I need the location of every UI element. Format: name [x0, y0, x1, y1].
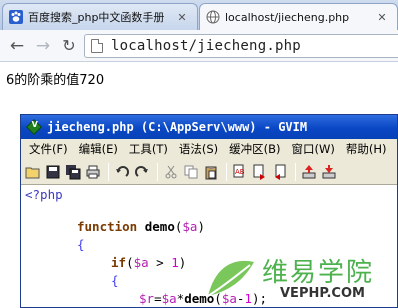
browser-toolbar: ← → ↻ localhost/jiecheng.php — [0, 30, 398, 62]
menu-tools[interactable]: 工具(T) — [125, 141, 173, 157]
vim-logo-icon — [26, 119, 42, 135]
menu-syntax[interactable]: 语法(S) — [175, 141, 223, 157]
save-icon[interactable] — [44, 163, 62, 181]
svg-text:AB: AB — [235, 168, 245, 176]
forward-arrow-icon[interactable]: → — [32, 36, 54, 56]
gvim-menubar: 文件(F) 编辑(E) 工具(T) 语法(S) 缓冲区(B) 窗口(W) 帮助(… — [21, 139, 397, 159]
code-line: <?php — [25, 187, 63, 202]
open-folder-icon[interactable] — [24, 163, 42, 181]
gvim-title: jiecheng.php (C:\AppServ\www) - GVIM — [47, 120, 308, 134]
tab-baidu[interactable]: 百度搜索_php中文函数手册 ✕ — [2, 3, 198, 30]
paste-icon[interactable] — [202, 163, 220, 181]
menu-help[interactable]: 帮助(H) — [342, 141, 392, 157]
reload-icon[interactable]: ↻ — [58, 36, 80, 56]
watermark-en: VEPHP.COM — [280, 286, 365, 301]
gvim-title-bar[interactable]: jiecheng.php (C:\AppServ\www) - GVIM — [21, 115, 397, 139]
gvim-toolbar: AB — [21, 159, 397, 185]
assign-rhs-var: $a — [161, 291, 177, 306]
php-output: 6的阶乘的值720 — [6, 73, 105, 88]
toolbar-separator — [108, 162, 109, 181]
back-arrow-icon[interactable]: ← — [6, 36, 28, 56]
code-line: function demo($a) — [77, 219, 205, 234]
baidu-paw-icon — [9, 10, 23, 24]
cut-icon[interactable] — [162, 163, 180, 181]
if-number: 1 — [171, 255, 179, 270]
assign-var: $r — [139, 291, 155, 306]
menu-file[interactable]: 文件(F) — [25, 141, 73, 157]
print-icon[interactable] — [84, 163, 102, 181]
browser-window: 百度搜索_php中文函数手册 ✕ localhost/jiecheng.php … — [0, 0, 398, 308]
toolbar-separator — [157, 162, 158, 181]
tab-strip: 百度搜索_php中文函数手册 ✕ localhost/jiecheng.php … — [0, 0, 398, 30]
if-operator: > — [148, 255, 172, 270]
tab-title: 百度搜索_php中文函数手册 — [28, 11, 165, 24]
watermark-leaf-icon — [207, 260, 254, 297]
menu-edit[interactable]: 编辑(E) — [75, 141, 123, 157]
tab-localhost[interactable]: localhost/jiecheng.php ✕ — [199, 3, 398, 30]
tab-title: localhost/jiecheng.php — [225, 10, 350, 24]
code-line: { — [77, 237, 85, 252]
address-url[interactable]: localhost/jiecheng.php — [111, 38, 301, 54]
close-tab-icon[interactable]: ✕ — [375, 11, 389, 24]
copy-icon[interactable] — [182, 163, 200, 181]
watermark-cn: 维易学院 — [262, 258, 375, 288]
watermark: 维易学院 VEPHP.COM — [204, 250, 398, 308]
page-icon — [91, 39, 103, 53]
close-tab-icon[interactable]: ✕ — [175, 11, 189, 24]
menu-buffers[interactable]: 缓冲区(B) — [225, 141, 285, 157]
param-var: $a — [182, 219, 198, 234]
toolbar-separator — [226, 162, 227, 181]
find-prev-icon[interactable] — [271, 163, 289, 181]
redo-icon[interactable] — [133, 163, 151, 181]
menu-window[interactable]: 窗口(W) — [288, 141, 340, 157]
address-bar[interactable]: localhost/jiecheng.php — [84, 34, 398, 58]
code-line: if($a > 1) — [111, 255, 187, 270]
undo-icon[interactable] — [113, 163, 131, 181]
if-keyword: if — [111, 255, 127, 270]
code-line: { — [111, 273, 119, 288]
if-var: $a — [133, 255, 149, 270]
load-session-icon[interactable] — [300, 163, 318, 181]
save-session-icon[interactable] — [320, 163, 338, 181]
function-keyword: function — [77, 219, 138, 234]
replace-icon[interactable]: AB — [231, 163, 249, 181]
find-next-icon[interactable] — [251, 163, 269, 181]
save-all-icon[interactable] — [64, 163, 82, 181]
toolbar-separator — [295, 162, 296, 181]
php-open-tag: <?php — [25, 187, 63, 202]
function-name: demo — [144, 219, 175, 234]
globe-icon — [206, 10, 220, 24]
